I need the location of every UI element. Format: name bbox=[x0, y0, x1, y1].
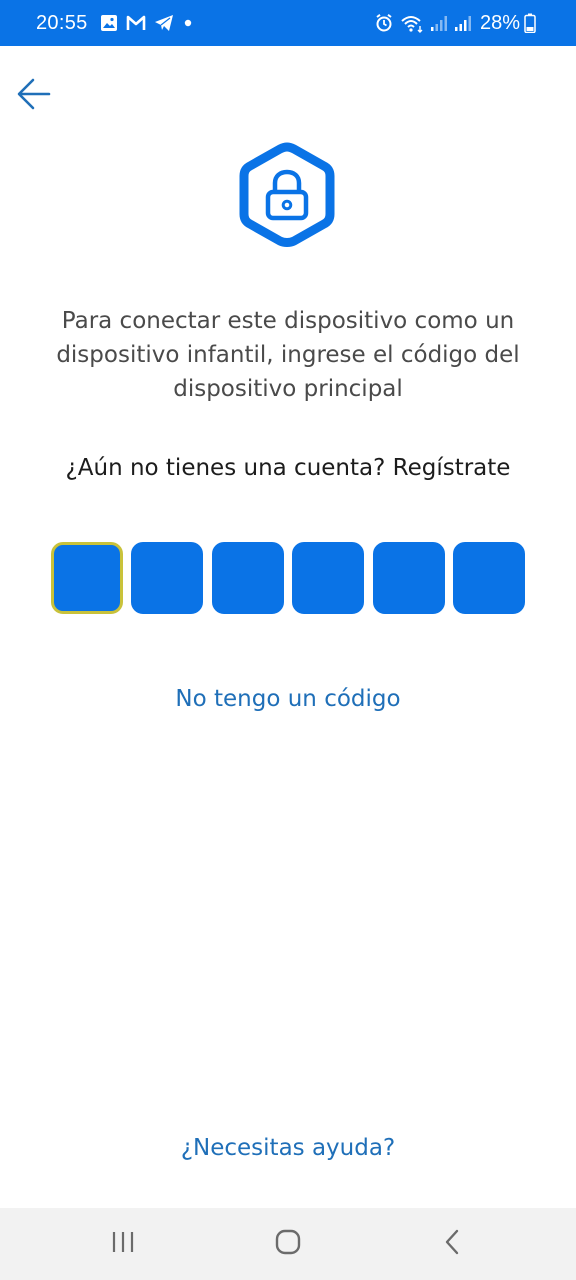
telegram-icon bbox=[154, 14, 174, 32]
signup-prompt[interactable]: ¿Aún no tienes una cuenta? Regístrate bbox=[0, 455, 576, 481]
code-digit-input-1[interactable] bbox=[51, 542, 123, 614]
wifi-icon bbox=[400, 13, 424, 33]
alarm-icon bbox=[374, 13, 394, 33]
gmail-icon bbox=[126, 15, 146, 31]
status-left: 20:55 bbox=[36, 12, 202, 35]
code-digit-input-6[interactable] bbox=[452, 542, 525, 614]
home-button[interactable] bbox=[248, 1214, 328, 1274]
code-input-row bbox=[51, 542, 525, 614]
system-nav-bar bbox=[0, 1208, 576, 1280]
screen: 20:55 28% Para conectar este dispositivo… bbox=[0, 0, 576, 1280]
status-time: 20:55 bbox=[36, 11, 88, 34]
code-digit-input-3[interactable] bbox=[211, 542, 284, 614]
back-button[interactable] bbox=[12, 74, 56, 118]
padlock-icon bbox=[236, 142, 338, 253]
arrow-left-icon bbox=[16, 76, 52, 116]
status-bar: 20:55 28% bbox=[0, 0, 576, 46]
help-link[interactable]: ¿Necesitas ayuda? bbox=[0, 1135, 576, 1161]
code-digit-input-4[interactable] bbox=[292, 542, 365, 614]
description-text: Para conectar este dispositivo como un d… bbox=[56, 308, 520, 402]
back-icon bbox=[441, 1228, 465, 1260]
signal-icon bbox=[430, 14, 448, 32]
signup-link[interactable]: ¿Aún no tienes una cuenta? Regístrate bbox=[66, 455, 511, 481]
status-right: 28% bbox=[374, 12, 542, 35]
no-code-link[interactable]: No tengo un código bbox=[0, 686, 576, 712]
notification-dot-icon bbox=[182, 17, 194, 29]
battery-icon bbox=[524, 13, 536, 33]
signal-icon bbox=[454, 14, 472, 32]
home-icon bbox=[274, 1228, 302, 1260]
system-back-button[interactable] bbox=[413, 1214, 493, 1274]
battery-percent: 28% bbox=[479, 11, 520, 34]
lock-badge bbox=[236, 141, 338, 249]
code-digit-input-5[interactable] bbox=[372, 542, 445, 614]
gallery-icon bbox=[100, 14, 118, 32]
code-digit-input-2[interactable] bbox=[131, 542, 204, 614]
recent-apps-button[interactable] bbox=[83, 1214, 163, 1274]
recent-apps-icon bbox=[110, 1229, 136, 1259]
